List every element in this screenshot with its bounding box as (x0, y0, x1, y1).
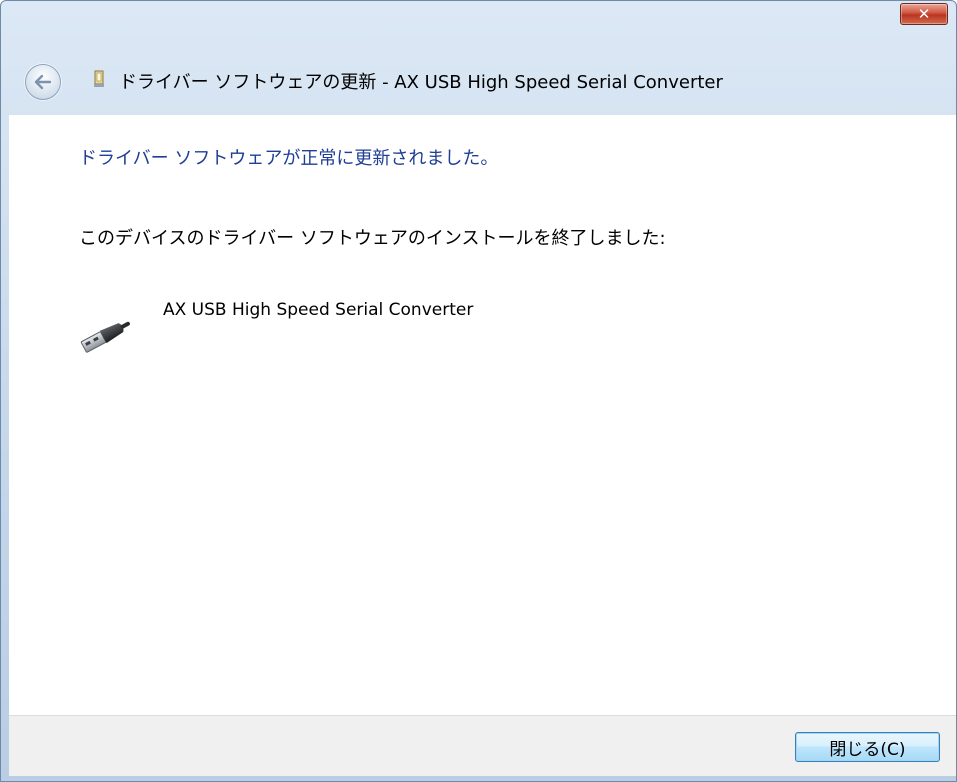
usb-plug-icon (80, 321, 130, 353)
driver-update-window: ✕ ドライバー ソフトウェアの更新 - AX USB High Speed Se… (0, 0, 957, 782)
window-close-button[interactable]: ✕ (900, 3, 948, 25)
install-description: このデバイスのドライバー ソフトウェアのインストールを終了しました: (79, 228, 666, 249)
device-name: AX USB High Speed Serial Converter (163, 300, 474, 320)
window-title: ドライバー ソフトウェアの更新 - AX USB High Speed Seri… (119, 72, 723, 93)
button-footer: 閉じる(C) (9, 715, 956, 776)
title-bar: ✕ ドライバー ソフトウェアの更新 - AX USB High Speed Se… (1, 1, 956, 115)
success-heading: ドライバー ソフトウェアが正常に更新されました。 (79, 148, 499, 169)
close-dialog-button[interactable]: 閉じる(C) (795, 732, 940, 762)
back-arrow-icon (34, 74, 52, 90)
content-area: ドライバー ソフトウェアが正常に更新されました。 このデバイスのドライバー ソフ… (9, 115, 956, 716)
close-icon: ✕ (917, 5, 931, 23)
back-button[interactable] (25, 64, 61, 100)
device-small-icon (94, 70, 104, 87)
